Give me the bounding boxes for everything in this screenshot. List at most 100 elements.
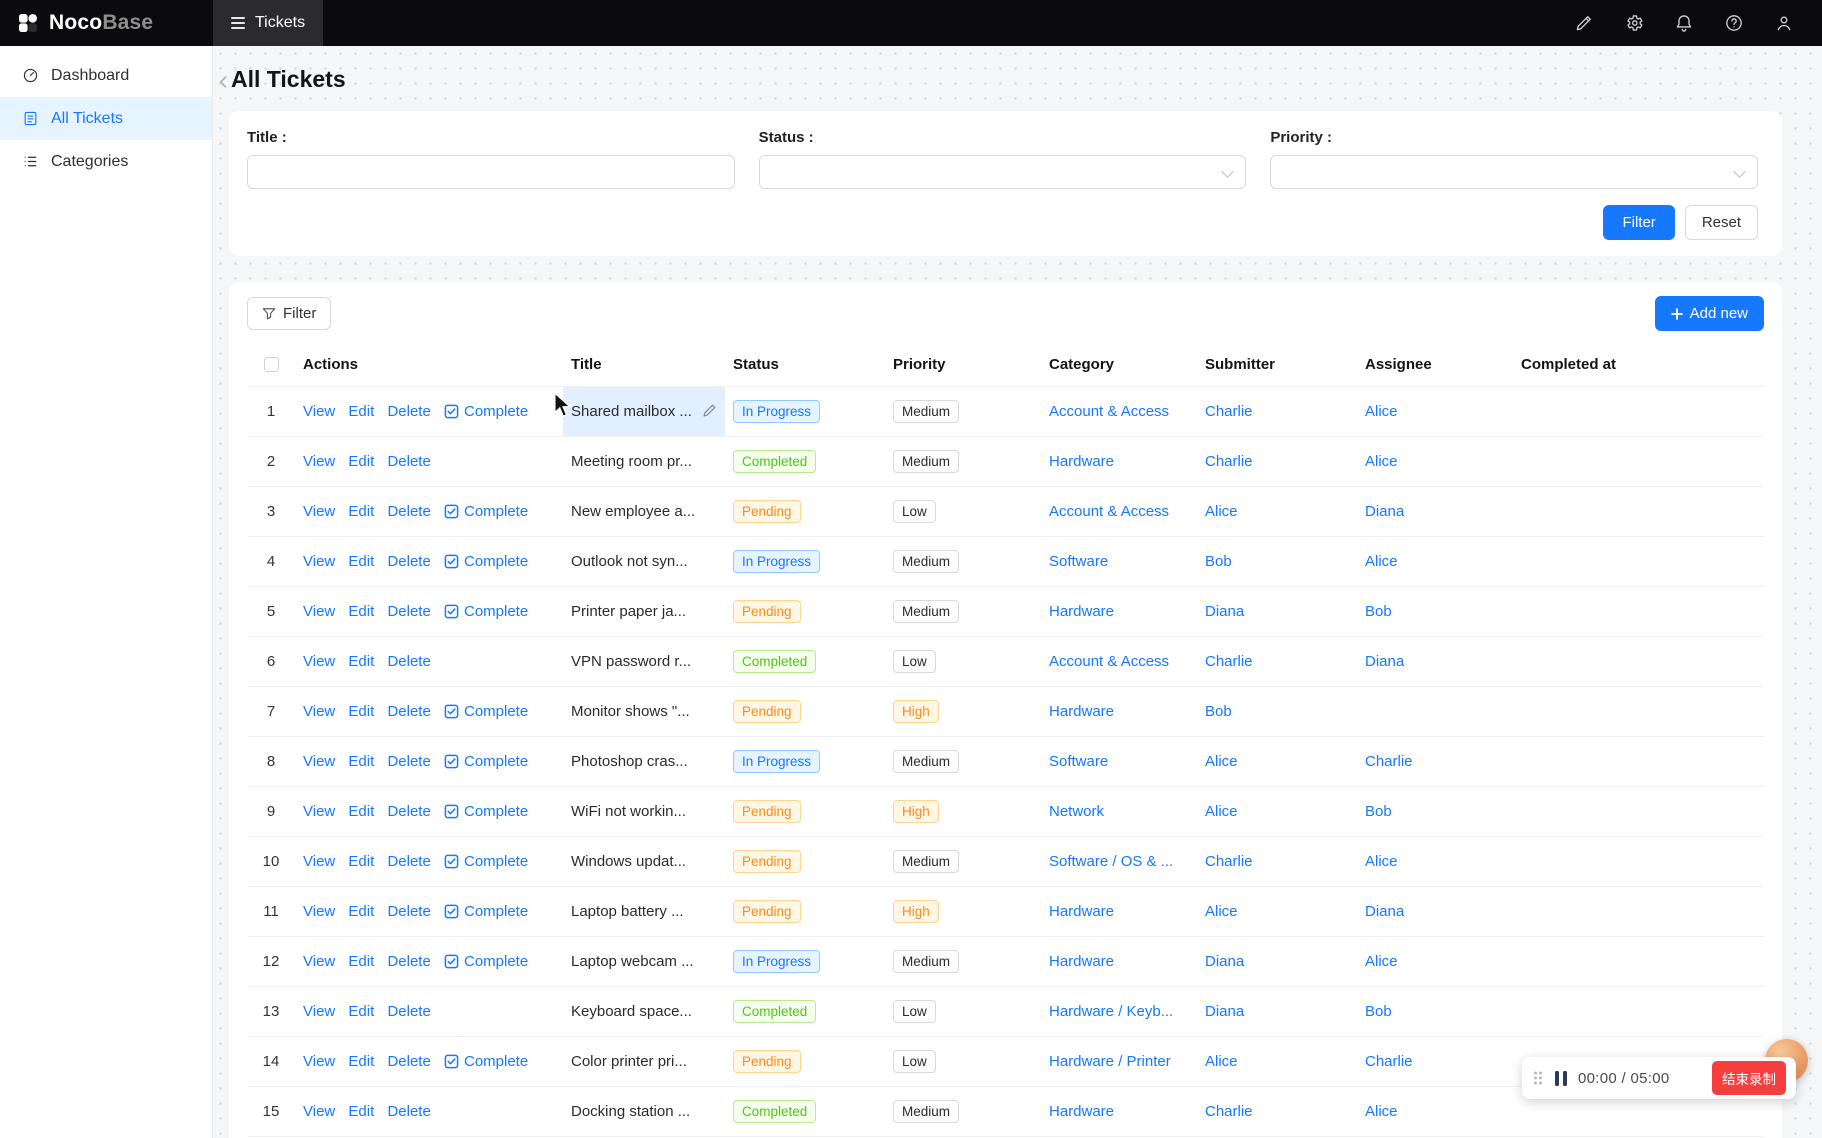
delete-link[interactable]: Delete [387,903,430,920]
view-link[interactable]: View [303,953,335,970]
assignee-link[interactable]: Alice [1365,403,1398,420]
edit-pencil-icon[interactable] [702,403,717,420]
add-new-button[interactable]: Add new [1654,296,1764,331]
delete-link[interactable]: Delete [387,753,430,770]
view-link[interactable]: View [303,503,335,520]
assignee-link[interactable]: Bob [1365,603,1392,620]
view-link[interactable]: View [303,703,335,720]
submitter-link[interactable]: Diana [1205,953,1244,970]
view-link[interactable]: View [303,753,335,770]
delete-link[interactable]: Delete [387,603,430,620]
complete-action[interactable]: Complete [444,553,528,570]
ui-editor-pen-icon[interactable] [1574,13,1594,33]
category-link[interactable]: Network [1049,803,1104,820]
edit-link[interactable]: Edit [348,553,374,570]
title-cell[interactable]: Docking station ... [563,1086,725,1137]
gear-icon[interactable] [1624,13,1644,33]
submitter-link[interactable]: Diana [1205,603,1244,620]
pause-icon[interactable] [1555,1070,1567,1086]
status-filter-select[interactable] [758,155,1247,189]
topbar-tab-tickets[interactable]: Tickets [213,0,324,46]
view-link[interactable]: View [303,553,335,570]
category-link[interactable]: Hardware [1049,953,1114,970]
submitter-link[interactable]: Charlie [1205,653,1253,670]
assignee-link[interactable]: Diana [1365,503,1404,520]
title-cell[interactable]: Printer paper ja... [563,586,725,637]
assignee-link[interactable]: Diana [1365,653,1404,670]
title-cell[interactable]: New employee a... [563,486,725,537]
view-link[interactable]: View [303,403,335,420]
sidebar-item-dashboard[interactable]: Dashboard [0,54,212,97]
delete-link[interactable]: Delete [387,403,430,420]
assignee-link[interactable]: Alice [1365,1103,1398,1120]
complete-action[interactable]: Complete [444,903,528,920]
edit-link[interactable]: Edit [348,453,374,470]
title-cell[interactable]: Laptop webcam ... [563,936,725,987]
delete-link[interactable]: Delete [387,853,430,870]
edit-link[interactable]: Edit [348,1053,374,1070]
table-filter-button[interactable]: Filter [247,297,332,330]
category-link[interactable]: Hardware [1049,453,1114,470]
view-link[interactable]: View [303,1053,335,1070]
submitter-link[interactable]: Charlie [1205,853,1253,870]
complete-action[interactable]: Complete [444,403,528,420]
submitter-link[interactable]: Alice [1205,803,1238,820]
edit-link[interactable]: Edit [348,1103,374,1120]
assignee-link[interactable]: Charlie [1365,753,1413,770]
title-cell[interactable]: Laptop battery ... [563,886,725,937]
edit-link[interactable]: Edit [348,903,374,920]
assignee-link[interactable]: Diana [1365,903,1404,920]
title-cell[interactable]: Outlook not syn... [563,536,725,587]
category-link[interactable]: Software [1049,553,1108,570]
assignee-link[interactable]: Alice [1365,953,1398,970]
select-all-checkbox[interactable] [263,357,279,372]
submitter-link[interactable]: Bob [1205,553,1232,570]
sidebar-collapse-button[interactable] [216,72,230,92]
delete-link[interactable]: Delete [387,953,430,970]
edit-link[interactable]: Edit [348,653,374,670]
view-link[interactable]: View [303,803,335,820]
user-icon[interactable] [1774,13,1794,33]
delete-link[interactable]: Delete [387,703,430,720]
bell-icon[interactable] [1674,13,1694,33]
view-link[interactable]: View [303,1003,335,1020]
assignee-link[interactable]: Alice [1365,453,1398,470]
delete-link[interactable]: Delete [387,1003,430,1020]
view-link[interactable]: View [303,653,335,670]
title-cell[interactable]: Photoshop cras... [563,736,725,787]
edit-link[interactable]: Edit [348,1003,374,1020]
submitter-link[interactable]: Alice [1205,503,1238,520]
submitter-link[interactable]: Alice [1205,753,1238,770]
edit-link[interactable]: Edit [348,853,374,870]
category-link[interactable]: Software / OS & ... [1049,853,1173,870]
complete-action[interactable]: Complete [444,753,528,770]
submitter-link[interactable]: Charlie [1205,453,1253,470]
title-cell[interactable]: Color printer pri... [563,1036,725,1087]
submitter-link[interactable]: Charlie [1205,403,1253,420]
delete-link[interactable]: Delete [387,1103,430,1120]
view-link[interactable]: View [303,453,335,470]
drag-handle-icon[interactable] [1532,1070,1544,1086]
complete-action[interactable]: Complete [444,503,528,520]
category-link[interactable]: Hardware [1049,903,1114,920]
title-cell[interactable]: Monitor shows "... [563,686,725,737]
edit-link[interactable]: Edit [348,403,374,420]
view-link[interactable]: View [303,903,335,920]
category-link[interactable]: Hardware [1049,1103,1114,1120]
sidebar-item-all-tickets[interactable]: All Tickets [0,97,212,140]
edit-link[interactable]: Edit [348,753,374,770]
view-link[interactable]: View [303,1103,335,1120]
category-link[interactable]: Account & Access [1049,653,1169,670]
title-cell[interactable]: Shared mailbox ... [563,386,725,437]
complete-action[interactable]: Complete [444,1053,528,1070]
title-filter-input[interactable] [247,155,735,189]
delete-link[interactable]: Delete [387,653,430,670]
edit-link[interactable]: Edit [348,603,374,620]
title-cell[interactable]: WiFi not workin... [563,786,725,837]
title-cell[interactable]: VPN password r... [563,636,725,687]
category-link[interactable]: Hardware / Printer [1049,1053,1171,1070]
complete-action[interactable]: Complete [444,703,528,720]
category-link[interactable]: Software [1049,753,1108,770]
title-cell[interactable]: Meeting room pr... [563,436,725,487]
priority-filter-select[interactable] [1270,155,1759,189]
